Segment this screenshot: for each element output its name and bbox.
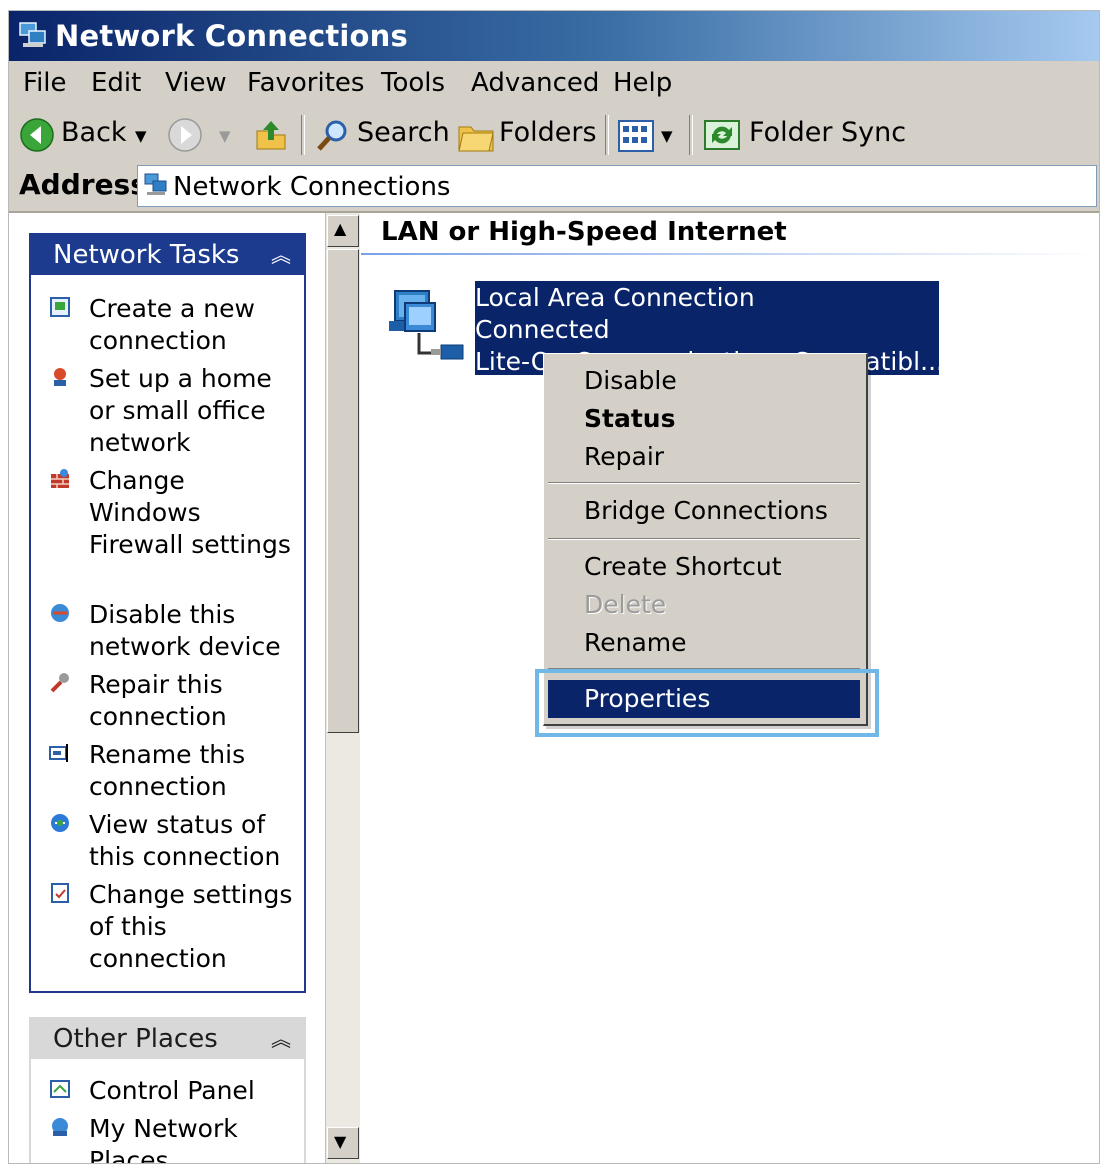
new-connection-icon — [50, 297, 70, 317]
properties-focus-outline — [535, 669, 879, 737]
arrow-down-icon: ▼ — [334, 1132, 347, 1151]
forward-dropdown-icon[interactable]: ▼ — [219, 127, 231, 145]
menu-rename[interactable]: Rename — [548, 624, 860, 662]
rename-icon — [49, 744, 68, 762]
lan-connection-icon[interactable] — [385, 287, 473, 371]
firewall-icon — [51, 469, 69, 488]
scroll-thumb[interactable] — [327, 249, 359, 733]
toolbar-separator — [301, 115, 305, 155]
menu-advanced[interactable]: Advanced — [471, 68, 599, 98]
network-tasks-title: Network Tasks — [53, 240, 240, 270]
address-value[interactable]: Network Connections — [173, 172, 450, 202]
back-dropdown-icon[interactable]: ▼ — [135, 127, 147, 145]
menu-tools[interactable]: Tools — [381, 68, 445, 98]
menu-favorites[interactable]: Favorites — [247, 68, 364, 98]
up-folder-icon[interactable] — [253, 115, 289, 153]
views-dropdown-icon[interactable]: ▼ — [661, 127, 673, 145]
menu-help[interactable]: Help — [613, 68, 672, 98]
menu-disable[interactable]: Disable — [548, 362, 860, 400]
network-connections-icon — [19, 22, 46, 47]
toolbar-separator — [605, 115, 609, 155]
menu-file[interactable]: File — [23, 68, 67, 98]
group-title: LAN or High-Speed Internet — [381, 217, 787, 247]
other-places-panel: Other Places ︽ Control Panel My Network … — [29, 1017, 306, 1163]
explorer-window: Network Connections File Edit View Favor… — [8, 10, 1100, 1164]
collapse-chevron-icon[interactable]: ︽ — [271, 239, 291, 268]
title-bar[interactable]: Network Connections — [9, 11, 1099, 61]
folders-button[interactable]: Folders — [499, 117, 597, 148]
menu-bridge-connections[interactable]: Bridge Connections — [548, 492, 860, 530]
settings-icon — [51, 883, 69, 903]
disable-device-icon — [51, 604, 69, 622]
group-divider — [361, 253, 1099, 255]
network-tasks-panel: Network Tasks ︽ Create a new connection … — [29, 233, 306, 993]
folder-sync-icon[interactable] — [703, 117, 741, 153]
control-panel-icon — [50, 1080, 70, 1098]
home-network-icon — [54, 368, 66, 386]
network-tasks-header[interactable]: Network Tasks ︽ — [31, 235, 304, 275]
back-label[interactable]: Back — [61, 117, 127, 148]
status-icon — [51, 814, 69, 832]
connection-status: Connected — [475, 315, 610, 344]
folder-sync-button[interactable]: Folder Sync — [749, 117, 906, 148]
arrow-up-icon: ▲ — [334, 219, 347, 238]
window-title: Network Connections — [55, 19, 408, 53]
views-icon[interactable] — [617, 119, 657, 153]
collapse-chevron-icon[interactable]: ︽ — [271, 1023, 291, 1052]
other-places-header[interactable]: Other Places ︽ — [31, 1019, 304, 1059]
scroll-down-button[interactable]: ▼ — [327, 1127, 359, 1159]
search-icon[interactable] — [315, 117, 351, 153]
menu-edit[interactable]: Edit — [91, 68, 141, 98]
menu-repair[interactable]: Repair — [548, 438, 860, 476]
forward-arrow-icon[interactable] — [167, 117, 203, 153]
search-button[interactable]: Search — [357, 117, 450, 148]
back-arrow-icon — [20, 118, 54, 152]
scroll-up-button[interactable]: ▲ — [327, 215, 359, 247]
folders-icon[interactable] — [457, 119, 495, 153]
my-network-places-icon — [52, 1118, 68, 1136]
other-places-title: Other Places — [53, 1024, 218, 1054]
menu-view[interactable]: View — [165, 68, 227, 98]
toolbar-separator — [689, 115, 693, 155]
menu-separator — [548, 482, 860, 484]
menu-status[interactable]: Status — [548, 400, 860, 438]
menu-delete: Delete — [584, 590, 667, 619]
menu-create-shortcut[interactable]: Create Shortcut — [548, 548, 860, 586]
menu-separator — [548, 538, 860, 540]
network-connections-icon — [144, 173, 167, 195]
repair-icon — [50, 673, 69, 693]
address-label: Address — [19, 168, 147, 201]
connection-name: Local Area Connection — [475, 283, 755, 312]
